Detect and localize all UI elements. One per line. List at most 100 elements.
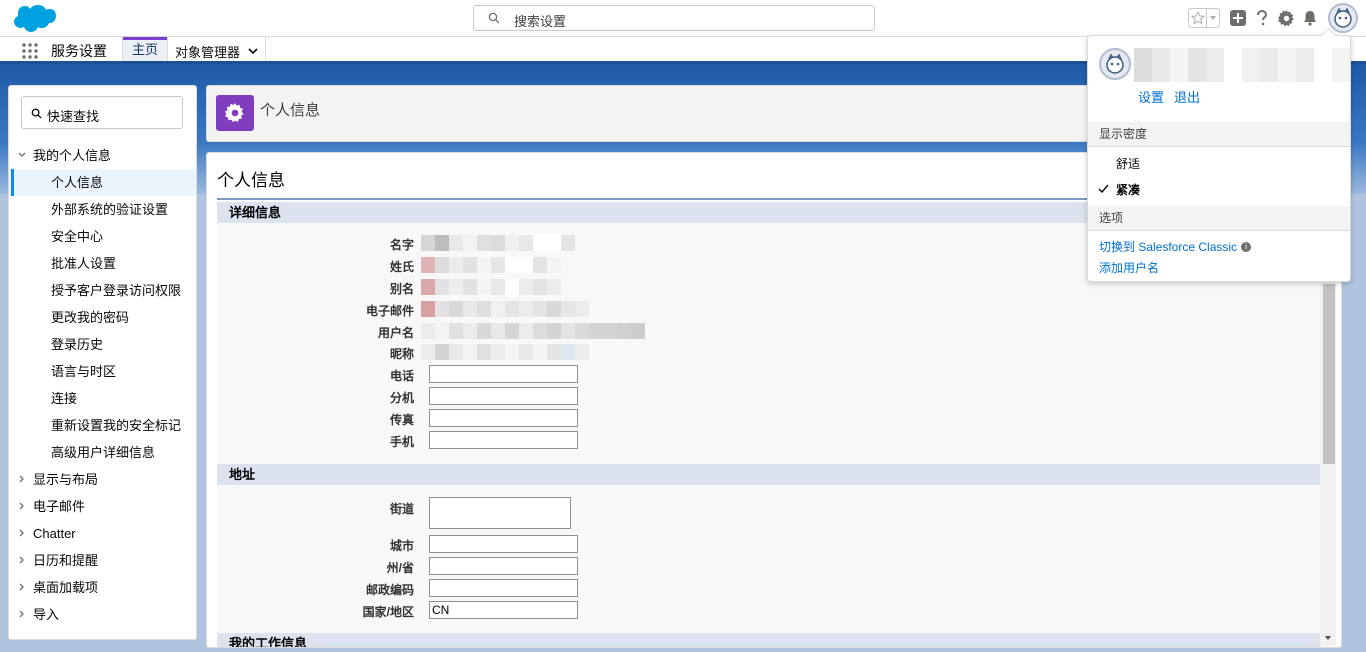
redacted-last-name	[421, 257, 561, 273]
redacted-email	[421, 301, 589, 317]
global-search-placeholder: 搜索设置	[514, 14, 567, 29]
country-input[interactable]: CN	[429, 601, 578, 619]
tree-item-external-auth[interactable]: 外部系统的验证设置	[9, 196, 196, 223]
field-label-first-name: 名字	[389, 238, 414, 252]
header-actions	[1188, 3, 1358, 33]
redacted-alias	[421, 279, 561, 295]
add-username-link[interactable]: 添加用户名	[1099, 259, 1159, 276]
tree-item-label: 外部系统的验证设置	[51, 202, 169, 217]
field-label-email: 电子邮件	[365, 304, 414, 318]
tree-item-label: 登录历史	[51, 337, 104, 352]
switch-to-classic-label: 切换到 Salesforce Classic	[1099, 240, 1238, 254]
tree-item-label: 语言与时区	[51, 364, 117, 379]
logout-link[interactable]: 退出	[1174, 87, 1200, 106]
tree-item-language-timezone[interactable]: 语言与时区	[9, 358, 196, 385]
tree-item-security-center[interactable]: 安全中心	[9, 223, 196, 250]
notification-bell-icon[interactable]	[1299, 7, 1321, 29]
tab-object-manager[interactable]: 对象管理器	[175, 42, 258, 61]
postal-code-input[interactable]	[429, 579, 578, 597]
redacted-first-name	[421, 235, 575, 251]
section-header-address: 地址	[217, 464, 1321, 485]
panel-divider	[1088, 230, 1350, 231]
tree-node-my-personal-info[interactable]: 我的个人信息	[9, 142, 196, 169]
field-label-country: 国家/地区	[362, 605, 414, 619]
tree-item-grant-login-access[interactable]: 授予客户登录访问权限	[9, 277, 196, 304]
phone-input[interactable]	[429, 365, 578, 383]
setup-sidebar: 快速查找 我的个人信息 个人信息 外部系统的验证设置 安全中心 批准人设置 授予…	[8, 85, 197, 640]
search-icon	[31, 108, 42, 119]
extension-input[interactable]	[429, 387, 578, 405]
tree-item-change-password[interactable]: 更改我的密码	[9, 304, 196, 331]
global-header: 搜索设置	[0, 0, 1366, 37]
chevron-right-icon[interactable]	[18, 610, 26, 618]
tree-node-email[interactable]: 电子邮件	[9, 493, 196, 520]
chevron-right-icon[interactable]	[18, 529, 26, 537]
display-density-heading: 显示密度	[1088, 122, 1350, 146]
tree-item-connections[interactable]: 连接	[9, 385, 196, 412]
chevron-right-icon[interactable]	[18, 502, 26, 510]
info-icon[interactable]: i	[1241, 241, 1252, 252]
help-icon[interactable]	[1251, 7, 1273, 29]
section-header-work-info: 我的工作信息	[217, 633, 1321, 647]
tree-item-reset-security-token[interactable]: 重新设置我的安全标记	[9, 412, 196, 439]
chevron-right-icon[interactable]	[18, 583, 26, 591]
field-label-city: 城市	[389, 539, 414, 553]
redacted-username	[421, 323, 645, 339]
user-avatar	[1099, 48, 1131, 80]
add-icon[interactable]	[1227, 7, 1249, 29]
search-icon	[488, 12, 500, 24]
chevron-down-icon[interactable]	[248, 48, 258, 55]
tree-item-label: 安全中心	[51, 229, 104, 244]
tree-node-label: 显示与布局	[33, 472, 99, 487]
astro-avatar-icon	[1106, 53, 1124, 74]
switch-to-classic-link[interactable]: 切换到 Salesforce Classic i	[1099, 238, 1252, 255]
tree-item-login-history[interactable]: 登录历史	[9, 331, 196, 358]
panel-divider	[1088, 146, 1350, 147]
favorites-button[interactable]	[1188, 8, 1220, 28]
tree-node-calendar-reminders[interactable]: 日历和提醒	[9, 547, 196, 574]
tree-item-label: 个人信息	[51, 175, 104, 190]
setup-gear-icon	[216, 95, 254, 131]
tree-node-desktop-addons[interactable]: 桌面加载项	[9, 574, 196, 601]
user-avatar-button[interactable]	[1328, 3, 1358, 33]
scroll-down-arrow-icon[interactable]	[1322, 632, 1334, 644]
chevron-down-icon[interactable]	[1207, 15, 1219, 21]
settings-link[interactable]: 设置	[1138, 87, 1164, 106]
state-input[interactable]	[429, 557, 578, 575]
tree-node-display-layout[interactable]: 显示与布局	[9, 466, 196, 493]
address-form: 街道 城市 州/省 邮政编码 国家/地区 CN	[217, 485, 1321, 633]
street-textarea[interactable]	[429, 497, 571, 529]
astro-avatar-icon	[1334, 7, 1352, 28]
star-icon[interactable]	[1189, 9, 1207, 27]
setup-tree: 我的个人信息 个人信息 外部系统的验证设置 安全中心 批准人设置 授予客户登录访…	[9, 142, 196, 628]
chevron-right-icon[interactable]	[18, 556, 26, 564]
quick-find-input[interactable]: 快速查找	[21, 96, 183, 129]
options-heading: 选项	[1088, 206, 1350, 230]
chevron-right-icon[interactable]	[18, 475, 26, 483]
tree-node-label: 导入	[33, 607, 60, 622]
fax-input[interactable]	[429, 409, 578, 427]
tree-item-label: 高级用户详细信息	[51, 445, 156, 460]
field-label-phone: 电话	[389, 369, 414, 383]
tree-item-personal-info[interactable]: 个人信息	[9, 169, 196, 196]
tree-node-import[interactable]: 导入	[9, 601, 196, 628]
global-search-box[interactable]: 搜索设置	[473, 5, 875, 31]
density-option-compact[interactable]: 紧凑	[1116, 181, 1140, 198]
field-label-mobile: 手机	[389, 435, 414, 449]
field-label-street: 街道	[389, 502, 414, 516]
tab-home[interactable]: 主页	[123, 37, 167, 61]
setup-gear-icon[interactable]	[1275, 7, 1297, 29]
tree-node-chatter[interactable]: Chatter	[9, 520, 196, 547]
field-label-state: 州/省	[386, 561, 414, 575]
chevron-down-icon[interactable]	[18, 151, 26, 159]
app-name: 服务设置	[51, 43, 107, 59]
check-icon	[1098, 184, 1109, 193]
density-option-comfy[interactable]: 舒适	[1116, 155, 1140, 172]
tree-item-advanced-user-details[interactable]: 高级用户详细信息	[9, 439, 196, 466]
tree-item-approver-settings[interactable]: 批准人设置	[9, 250, 196, 277]
scrollbar-thumb[interactable]	[1323, 284, 1335, 464]
city-input[interactable]	[429, 535, 578, 553]
app-launcher-icon[interactable]	[22, 43, 38, 59]
salesforce-logo[interactable]	[12, 4, 56, 34]
mobile-input[interactable]	[429, 431, 578, 449]
